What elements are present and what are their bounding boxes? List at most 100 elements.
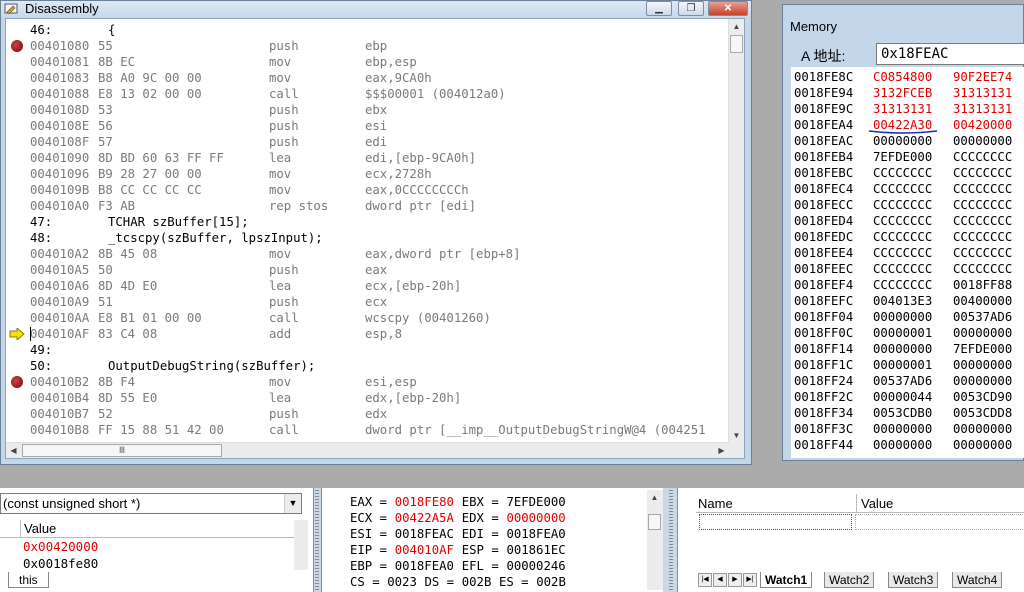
memory-value[interactable]: 00000000: [873, 341, 932, 357]
memory-value[interactable]: 00000001: [873, 325, 932, 341]
memory-address-input[interactable]: 0x18FEAC: [876, 43, 1024, 65]
disassembly-vertical-scrollbar[interactable]: ▲ ▼: [728, 19, 744, 443]
tab-prev-icon[interactable]: ◀: [713, 573, 727, 587]
memory-value[interactable]: 0053CDD8: [953, 405, 1012, 421]
registers-list[interactable]: EAX = 0018FE80 EBX = 7EFDE000 ECX = 00422…: [340, 490, 646, 590]
memory-value[interactable]: 31313131: [873, 101, 932, 117]
name-column-header[interactable]: Name: [696, 494, 733, 513]
memory-value[interactable]: CCCCCCCC: [873, 181, 932, 197]
memory-value[interactable]: CCCCCCCC: [953, 165, 1012, 181]
memory-value[interactable]: 00000001: [873, 357, 932, 373]
variable-value[interactable]: 0x00420000: [20, 538, 294, 555]
memory-row[interactable]: 0018FEC4 CCCCCCCC CCCCCCCC: [791, 181, 1024, 197]
tab-last-icon[interactable]: ▶|: [743, 573, 757, 587]
memory-value[interactable]: 0018FF88: [953, 277, 1012, 293]
memory-value[interactable]: CCCCCCCC: [873, 197, 932, 213]
memory-row[interactable]: 0018FF24 00537AD6 00000000: [791, 373, 1024, 389]
variables-scrollbar[interactable]: [294, 520, 308, 570]
memory-row[interactable]: 0018FED4 CCCCCCCC CCCCCCCC: [791, 213, 1024, 229]
memory-value[interactable]: 00000000: [953, 437, 1012, 453]
memory-value[interactable]: CCCCCCCC: [873, 229, 932, 245]
tab-watch2[interactable]: Watch2: [824, 572, 875, 588]
chevron-down-icon[interactable]: ▼: [284, 494, 301, 513]
register-row[interactable]: EIP = 004010AF ESP = 001861EC: [340, 542, 640, 558]
disassembly-code[interactable]: 46: {00401080 55 push ebp 00401081 8B EC mov ebp…: [6, 19, 730, 443]
memory-row[interactable]: 0018FEEC CCCCCCCC CCCCCCCC: [791, 261, 1024, 277]
memory-row[interactable]: 0018FF0C 00000001 00000000: [791, 325, 1024, 341]
scroll-up-icon[interactable]: ▲: [729, 19, 744, 34]
memory-value[interactable]: 00537AD6: [953, 309, 1012, 325]
value-column-header[interactable]: Value: [20, 520, 294, 538]
memory-value[interactable]: CCCCCCCC: [873, 245, 932, 261]
memory-value[interactable]: CCCCCCCC: [873, 165, 932, 181]
memory-row[interactable]: 0018FEDC CCCCCCCC CCCCCCCC: [791, 229, 1024, 245]
tab-this[interactable]: this: [8, 572, 49, 588]
memory-value[interactable]: 00537AD6: [873, 373, 932, 389]
memory-row[interactable]: 0018FECC CCCCCCCC CCCCCCCC: [791, 197, 1024, 213]
memory-value[interactable]: 00000044: [873, 389, 932, 405]
memory-value[interactable]: 00000000: [873, 133, 932, 149]
memory-value[interactable]: CCCCCCCC: [953, 149, 1012, 165]
memory-value[interactable]: 0053CD90: [953, 389, 1012, 405]
memory-row[interactable]: 0018FE94 3132FCEB 31313131: [791, 85, 1024, 101]
tab-watch3[interactable]: Watch3: [888, 572, 939, 588]
register-row[interactable]: EAX = 0018FE80 EBX = 7EFDE000: [340, 494, 640, 510]
memory-value[interactable]: 00000000: [953, 421, 1012, 437]
memory-value[interactable]: 00000000: [953, 133, 1012, 149]
pane-gripper[interactable]: [669, 490, 673, 590]
disassembly-title-bar[interactable]: Disassembly ▁ ❐ ✕: [1, 1, 751, 18]
memory-row[interactable]: 0018FEAC 00000000 00000000: [791, 133, 1024, 149]
memory-row[interactable]: 0018FEBC CCCCCCCC CCCCCCCC: [791, 165, 1024, 181]
memory-row[interactable]: 0018FF3C 00000000 00000000: [791, 421, 1024, 437]
registers-scrollbar[interactable]: ▲: [647, 490, 663, 590]
tab-next-icon[interactable]: ▶: [728, 573, 742, 587]
scroll-left-icon[interactable]: ◀: [6, 443, 21, 458]
breakpoint-icon[interactable]: [11, 376, 23, 388]
scroll-up-icon[interactable]: ▲: [647, 490, 662, 505]
tab-watch4[interactable]: Watch4: [952, 572, 1003, 588]
memory-value[interactable]: CCCCCCCC: [873, 277, 932, 293]
memory-row[interactable]: 0018FF44 00000000 00000000: [791, 437, 1024, 453]
pane-gripper[interactable]: [315, 490, 319, 590]
memory-value[interactable]: CCCCCCCC: [873, 213, 932, 229]
memory-value[interactable]: 90F2EE74: [953, 69, 1012, 85]
memory-row[interactable]: 0018FF1C 00000001 00000000: [791, 357, 1024, 373]
scroll-thumb[interactable]: [730, 35, 743, 53]
restore-button[interactable]: ❐: [678, 1, 704, 16]
breakpoint-icon[interactable]: [11, 40, 23, 52]
memory-value[interactable]: CCCCCCCC: [953, 197, 1012, 213]
memory-value[interactable]: CCCCCCCC: [953, 229, 1012, 245]
variables-context-dropdown[interactable]: (const unsigned short *) ▼: [0, 493, 302, 514]
memory-value[interactable]: 7EFDE000: [873, 149, 932, 165]
register-row[interactable]: EBP = 0018FEA0 EFL = 00000246: [340, 558, 640, 574]
memory-value[interactable]: 00000000: [873, 437, 932, 453]
tab-first-icon[interactable]: |◀: [698, 573, 712, 587]
memory-row[interactable]: 0018FF04 00000000 00537AD6: [791, 309, 1024, 325]
watch-name-input[interactable]: [699, 514, 852, 530]
memory-value[interactable]: CCCCCCCC: [953, 245, 1012, 261]
memory-value[interactable]: 00000000: [873, 421, 932, 437]
horizontal-scroll-thumb[interactable]: Ⅲ: [22, 444, 222, 457]
register-row[interactable]: CS = 0023 DS = 002B ES = 002B: [340, 574, 640, 590]
minimize-button[interactable]: ▁: [646, 1, 672, 16]
memory-value[interactable]: 7EFDE000: [953, 341, 1012, 357]
memory-row[interactable]: 0018FEFC 004013E3 00400000: [791, 293, 1024, 309]
memory-value[interactable]: 00400000: [953, 293, 1012, 309]
memory-row[interactable]: 0018FEE4 CCCCCCCC CCCCCCCC: [791, 245, 1024, 261]
memory-value[interactable]: 00000000: [953, 325, 1012, 341]
memory-value[interactable]: 3132FCEB: [873, 85, 932, 101]
scroll-thumb[interactable]: [648, 514, 661, 530]
memory-value[interactable]: 004013E3: [873, 293, 932, 309]
memory-row[interactable]: 0018FF14 00000000 7EFDE000: [791, 341, 1024, 357]
tab-watch1[interactable]: Watch1: [760, 572, 813, 588]
close-button[interactable]: ✕: [708, 1, 748, 16]
memory-value[interactable]: 00420000: [953, 117, 1012, 133]
memory-value[interactable]: 31313131: [953, 85, 1012, 101]
value-column-header[interactable]: Value: [856, 494, 893, 513]
memory-value[interactable]: 00000000: [873, 309, 932, 325]
memory-dump[interactable]: 0018FE8C C0854800 90F2EE74 0018FE94 3132FCEB…: [791, 67, 1024, 458]
disassembly-horizontal-scrollbar[interactable]: ◀ Ⅲ ▶: [6, 442, 730, 458]
memory-value[interactable]: 00000000: [953, 373, 1012, 389]
variable-value[interactable]: 0x0018fe80: [20, 555, 294, 572]
memory-value[interactable]: 0053CDB0: [873, 405, 932, 421]
